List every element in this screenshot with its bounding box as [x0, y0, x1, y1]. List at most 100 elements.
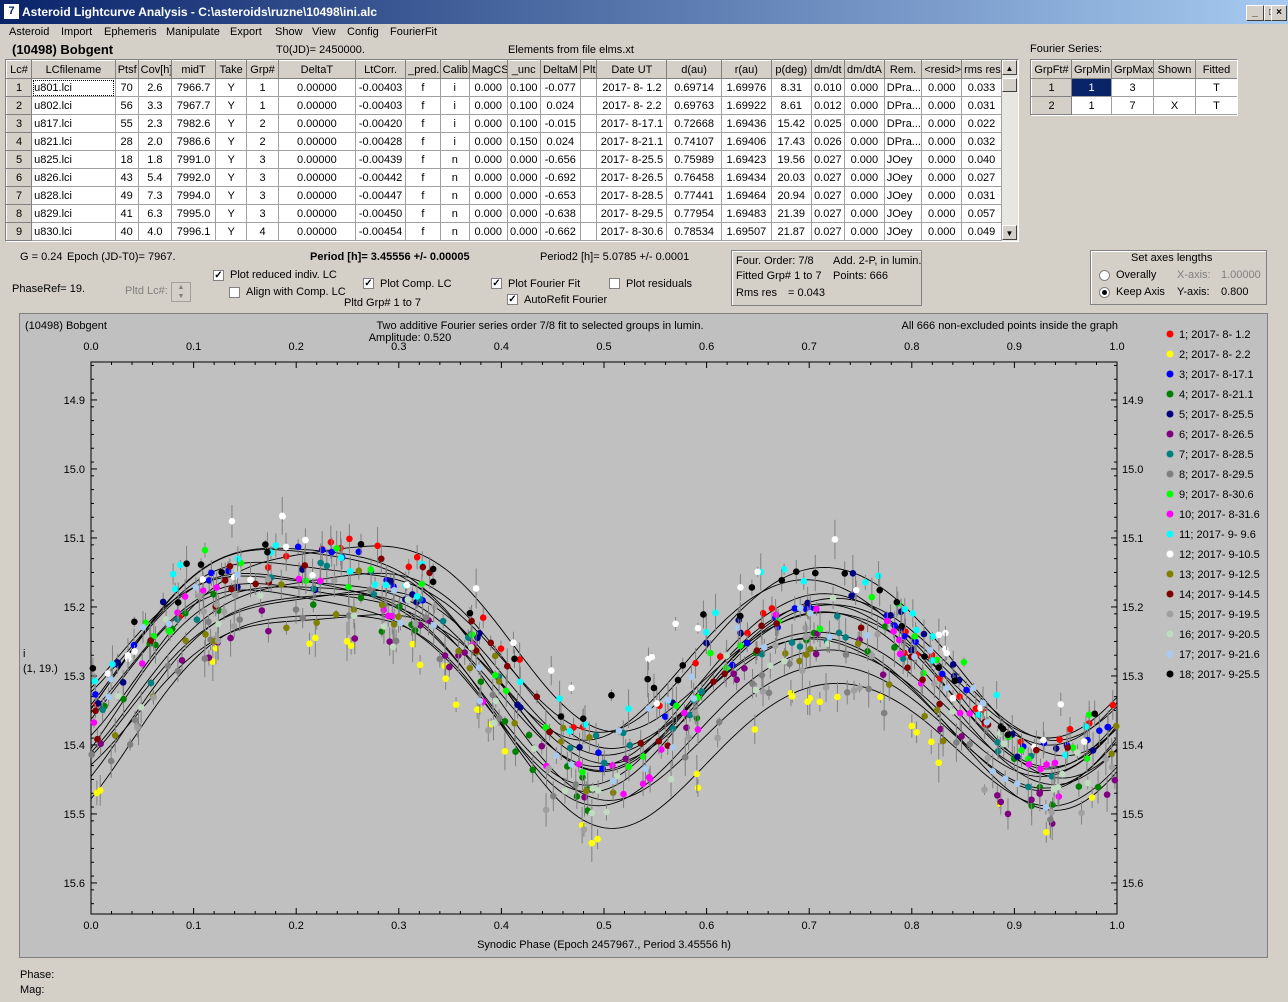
fourier-column-header[interactable]: Shown [1153, 60, 1196, 79]
plot-comp-checkbox[interactable]: ✓ [363, 278, 374, 289]
lc-cell[interactable]: 0.00000 [277, 78, 357, 97]
menu-asteroid[interactable]: Asteroid [9, 26, 49, 38]
lc-cell[interactable]: n [439, 204, 470, 223]
lc-cell[interactable]: Y [214, 150, 248, 169]
lc-cell[interactable] [579, 150, 598, 169]
minimize-button[interactable]: _ [1246, 5, 1264, 21]
lc-cell[interactable]: 15.42 [770, 114, 812, 133]
lc-cell[interactable]: -0.638 [539, 204, 581, 223]
lc-column-header[interactable]: LtCorr. [355, 60, 407, 79]
lc-cell[interactable]: 0.100 [506, 78, 541, 97]
lc-cell[interactable]: 1.69436 [720, 114, 772, 133]
lc-cell[interactable]: 2017- 8-25.5 [596, 150, 668, 169]
lc-column-header[interactable]: Take [214, 60, 248, 79]
lc-cell[interactable]: 7994.0 [171, 186, 216, 205]
menu-config[interactable]: Config [347, 26, 379, 38]
lc-cell[interactable]: f [405, 222, 441, 241]
menu-ephemeris[interactable]: Ephemeris [104, 26, 157, 38]
lc-cell[interactable]: 1 [6, 78, 33, 97]
lc-cell[interactable]: 7966.7 [171, 78, 216, 97]
lc-cell[interactable]: -0.00403 [355, 96, 407, 115]
lc-column-header[interactable]: rms res [961, 60, 1002, 79]
y-axis-value[interactable]: 0.800 [1221, 286, 1249, 298]
lc-cell[interactable]: u801.lci [31, 78, 116, 97]
lc-cell[interactable]: Y [214, 168, 248, 187]
lc-cell[interactable]: 7.3 [137, 186, 173, 205]
lc-cell[interactable]: 8.31 [770, 78, 812, 97]
lc-cell[interactable]: f [405, 150, 441, 169]
lc-cell[interactable]: -0.00450 [355, 204, 407, 223]
lc-cell[interactable]: 0.74107 [666, 132, 722, 151]
lc-column-header[interactable]: Lc# [6, 60, 33, 79]
lc-cell[interactable]: JOey [883, 204, 923, 223]
lc-cell[interactable]: u829.lci [31, 204, 116, 223]
lc-column-header[interactable]: Cov[h] [137, 60, 173, 79]
lc-cell[interactable]: 20.94 [770, 186, 812, 205]
lc-cell[interactable]: Y [214, 114, 248, 133]
lc-column-header[interactable]: Plt [579, 60, 598, 79]
lc-cell[interactable]: 0.027 [810, 186, 846, 205]
lc-cell[interactable]: 0.000 [921, 150, 963, 169]
lc-cell[interactable]: 0.022 [961, 114, 1002, 133]
lc-cell[interactable]: i [439, 114, 470, 133]
lc-cell[interactable]: 56 [114, 96, 139, 115]
plot-residuals-checkbox[interactable] [609, 278, 620, 289]
table-row[interactable]: 113T [1031, 78, 1237, 97]
table-row[interactable]: 217XT [1031, 96, 1237, 115]
lc-cell[interactable]: 0.010 [810, 78, 846, 97]
lc-cell[interactable]: f [405, 96, 441, 115]
lc-cell[interactable]: f [405, 78, 441, 97]
lc-cell[interactable]: -0.00439 [355, 150, 407, 169]
lc-cell[interactable]: -0.00447 [355, 186, 407, 205]
scroll-thumb[interactable] [1002, 78, 1017, 92]
lc-cell[interactable]: f [405, 168, 441, 187]
lc-cell[interactable]: 0.000 [506, 186, 541, 205]
lc-cell[interactable]: f [405, 186, 441, 205]
table-row[interactable]: 5 u825.lci 18 1.8 7991.0 Y 3 0.00000 -0.00439 f n 0… [6, 150, 1002, 169]
lc-cell[interactable]: u802.lci [31, 96, 116, 115]
lc-cell[interactable]: 0.032 [961, 132, 1002, 151]
lc-cell[interactable]: 2.3 [137, 114, 173, 133]
lc-cell[interactable]: 0.000 [468, 186, 508, 205]
lc-cell[interactable]: 0.000 [844, 186, 885, 205]
lc-column-header[interactable]: DeltaM [539, 60, 581, 79]
lc-cell[interactable]: 0.031 [961, 186, 1002, 205]
lc-cell[interactable]: 0.000 [844, 168, 885, 187]
lc-cell[interactable]: JOey [883, 168, 923, 187]
lc-column-header[interactable]: Grp# [246, 60, 279, 79]
lc-cell[interactable]: 0.000 [921, 78, 963, 97]
lc-cell[interactable]: 0.000 [468, 132, 508, 151]
lightcurve-table[interactable]: Lc# LCfilename Ptsf Cov[h] midT Take Grp# Delta… [6, 60, 1002, 241]
lc-cell[interactable]: 7986.6 [171, 132, 216, 151]
lc-cell[interactable]: 2 [246, 114, 279, 133]
fourier-cell[interactable]: 1 [1071, 96, 1112, 115]
lc-cell[interactable]: 7991.0 [171, 150, 216, 169]
lc-cell[interactable]: 0.031 [961, 96, 1002, 115]
lc-cell[interactable] [579, 78, 598, 97]
lc-cell[interactable]: 0.000 [921, 96, 963, 115]
lc-cell[interactable]: -0.015 [539, 114, 581, 133]
lc-cell[interactable]: 2017- 8-28.5 [596, 186, 668, 205]
lc-cell[interactable]: -0.662 [539, 222, 581, 241]
lc-cell[interactable]: 0.000 [506, 150, 541, 169]
lc-cell[interactable]: 6 [6, 168, 33, 187]
lc-cell[interactable]: 5.4 [137, 168, 173, 187]
lc-cell[interactable]: 0.00000 [277, 168, 357, 187]
lc-cell[interactable]: i [439, 96, 470, 115]
lc-cell[interactable]: 7995.0 [171, 204, 216, 223]
fourier-cell[interactable]: T [1195, 96, 1237, 115]
lc-cell[interactable]: 0.027 [810, 150, 846, 169]
table-row[interactable]: 8 u829.lci 41 6.3 7995.0 Y 3 0.00000 -0.00450 f n 0… [6, 204, 1002, 223]
lc-cell[interactable]: u825.lci [31, 150, 116, 169]
menu-fourierfit[interactable]: FourierFit [390, 26, 437, 38]
lc-column-header[interactable]: LCfilename [31, 60, 116, 79]
fourier-column-header[interactable]: GrpFt# [1031, 60, 1072, 79]
lc-cell[interactable]: 0.000 [468, 96, 508, 115]
lc-cell[interactable]: 2017- 8- 1.2 [596, 78, 668, 97]
lc-cell[interactable]: 7967.7 [171, 96, 216, 115]
keep-axis-radio[interactable] [1099, 287, 1110, 298]
plot-reduced-checkbox[interactable]: ✓ [213, 270, 224, 281]
lc-cell[interactable]: JOey [883, 186, 923, 205]
lc-cell[interactable]: 2017- 8-30.6 [596, 222, 668, 241]
align-checkbox[interactable] [229, 287, 240, 298]
